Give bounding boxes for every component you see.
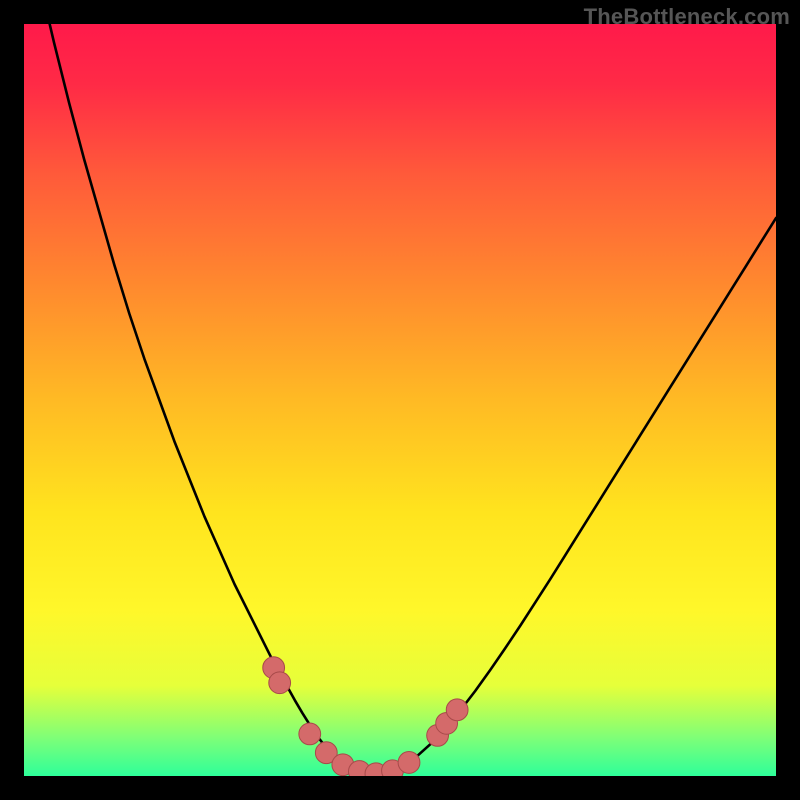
data-marker <box>446 699 468 721</box>
watermark-text: TheBottleneck.com <box>584 4 790 30</box>
chart-frame: TheBottleneck.com <box>0 0 800 800</box>
plot-area <box>24 24 776 776</box>
chart-svg <box>24 24 776 776</box>
data-marker <box>269 672 291 694</box>
data-marker <box>398 752 420 774</box>
data-marker <box>299 723 321 745</box>
